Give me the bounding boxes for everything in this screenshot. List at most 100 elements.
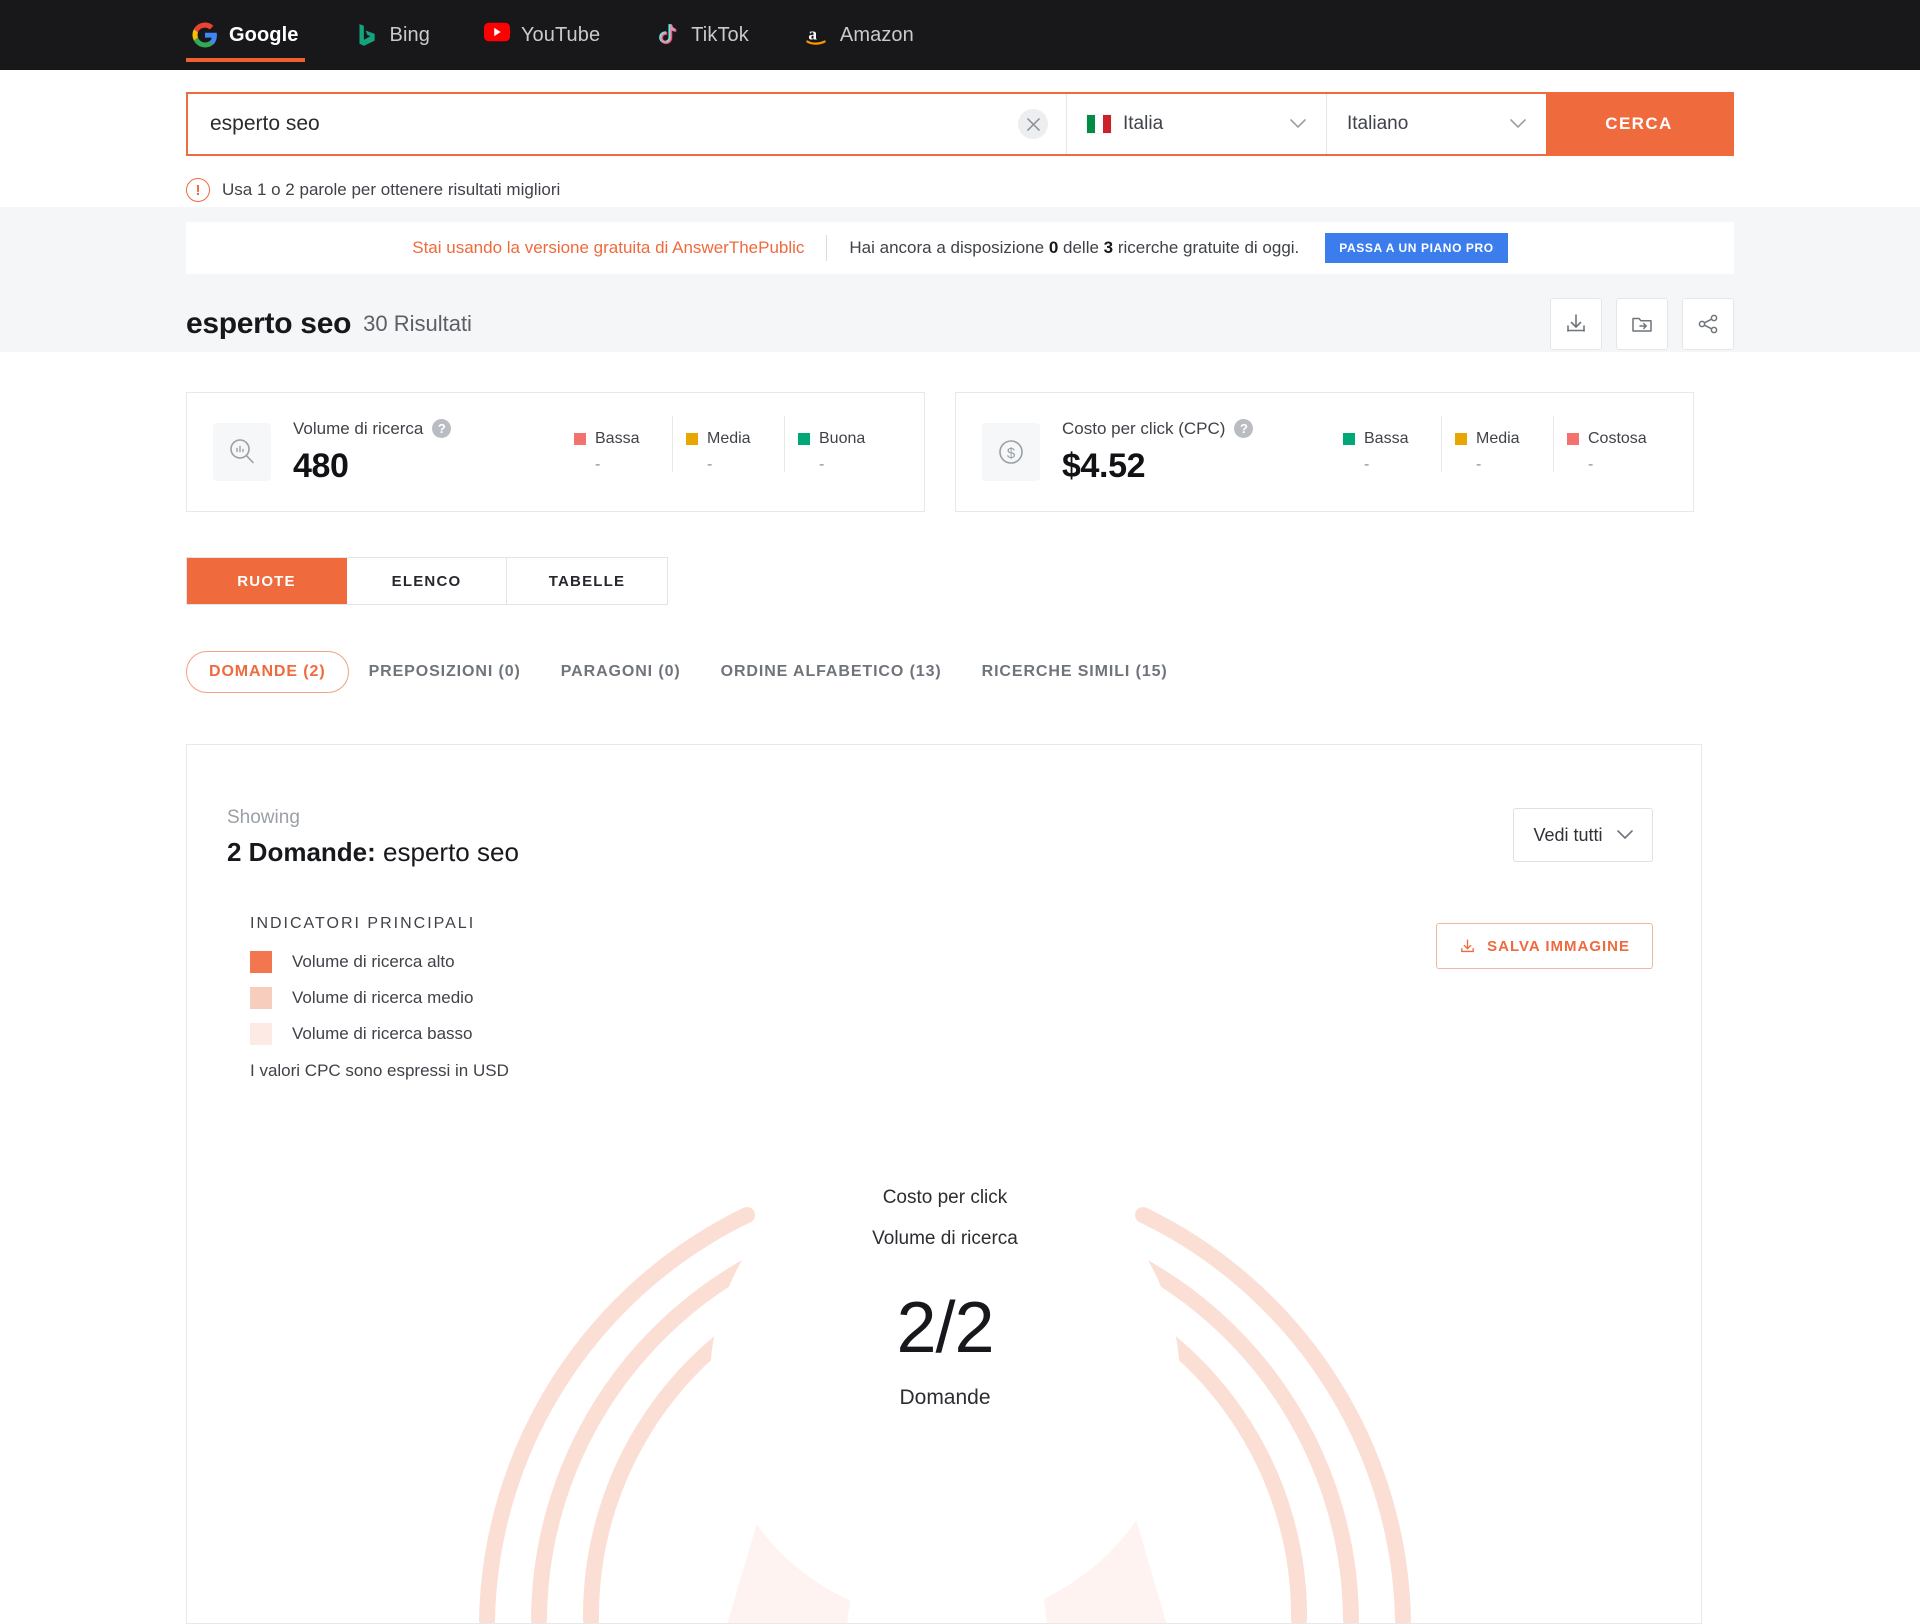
legend-swatch [798,433,810,445]
language-dropdown[interactable]: Italiano [1326,94,1546,154]
engine-tab-label: Google [229,23,299,46]
engine-tab-bing[interactable]: Bing [347,0,436,70]
country-dropdown[interactable]: Italia [1066,94,1326,154]
search-bar: Italia Italiano CERCA [186,92,1734,156]
question-mark-icon[interactable]: ? [432,419,452,438]
move-to-folder-icon [1632,317,1652,332]
indicator-item: Volume di ricerca basso [250,1023,509,1045]
legend-swatch [1567,433,1579,445]
category-paragoni[interactable]: PARAGONI (0) [541,650,701,694]
save-image-button[interactable]: SALVA IMMAGINE [1436,923,1653,969]
legend-item: Bassa - [560,430,672,474]
search-volume-value: 480 [293,446,349,485]
legend-label: Costosa [1588,430,1647,447]
svg-text:a: a [808,24,817,43]
legend-top: Buona [798,430,896,448]
category-ricerche-simili[interactable]: RICERCHE SIMILI (15) [962,650,1188,694]
legend-item: Media - [672,416,784,474]
search-volume-legend: Bassa - Media - Buona - [560,416,896,474]
legend-value: - [707,456,713,473]
engine-tab-label: Bing [389,23,430,46]
question-wheel-chart: Costo per click Volume di ricerca 2/2 Do… [187,1045,1701,1623]
chevron-down-icon [1616,830,1633,840]
showing-keyword: esperto seo [383,837,519,867]
quota-used: 0 [1048,238,1059,257]
engine-tab-tiktok[interactable]: TikTok [648,0,755,70]
cpc-value: $4.52 [1062,446,1146,485]
indicator-label: Volume di ricerca basso [292,1024,473,1043]
engine-tab-amazon[interactable]: a Amazon [797,0,920,70]
legend-swatch [686,433,698,445]
youtube-icon [483,22,510,48]
indicator-swatch-medium [250,987,272,1009]
legend-swatch [1455,433,1467,445]
legend-value: - [595,456,601,473]
results-keyword: esperto seo [186,307,352,340]
cpc-dollar-icon: $ [982,423,1040,481]
search-volume-main: Volume di ricerca ? 480 [293,418,452,486]
engine-tab-google[interactable]: Google [186,0,305,70]
quota-text: Hai ancora a disposizione 0 delle 3 rice… [849,238,1299,258]
top-nav-bar: Google Bing YouTube TikTok a Amazon [0,0,1920,70]
legend-label: Bassa [595,430,640,447]
indicator-swatch-low [250,1023,272,1045]
legend-value: - [1476,456,1482,473]
cpc-card: $ Costo per click (CPC) ? $4.52 Bassa - [955,392,1694,512]
quota-prefix: Hai ancora a disposizione [849,238,1049,257]
tab-tabelle[interactable]: TABELLE [507,558,667,604]
legend-value: - [1588,456,1594,473]
save-image-label: SALVA IMMAGINE [1487,937,1630,955]
category-ordine-alfabetico[interactable]: ORDINE ALFABETICO (13) [701,650,962,694]
view-all-dropdown[interactable]: Vedi tutti [1513,808,1653,862]
legend-swatch [574,433,586,445]
chevron-down-icon [1290,119,1306,129]
search-input[interactable] [210,112,1044,136]
upgrade-to-pro-button[interactable]: PASSA A UN PIANO PRO [1325,233,1508,263]
search-hint: ! Usa 1 o 2 parole per ottenere risultat… [186,178,560,202]
wheel-legend-cpc: Costo per click [882,1187,1008,1208]
wheel-hub: Costo per click Volume di ricerca 2/2 Do… [735,1187,1155,1410]
download-button[interactable] [1550,298,1602,350]
google-icon [192,22,218,48]
search-engine-tabs: Google Bing YouTube TikTok a Amazon [186,0,920,70]
quota-total: 3 [1103,238,1114,257]
wheel-fraction-label: Domande [899,1386,991,1409]
category-preposizioni[interactable]: PREPOSIZIONI (0) [349,650,541,694]
search-submit-button[interactable]: CERCA [1546,94,1732,154]
chevron-down-icon [1510,119,1526,129]
legend-top: Costosa [1567,430,1665,448]
question-mark-icon[interactable]: ? [1234,419,1254,438]
legend-value: - [1364,456,1370,473]
move-to-folder-button[interactable] [1616,298,1668,350]
legend-item: Costosa - [1553,416,1665,474]
share-icon [1698,314,1718,334]
share-button[interactable] [1682,298,1734,350]
indicator-label: Volume di ricerca medio [292,988,474,1007]
search-volume-card: Volume di ricerca ? 480 Bassa - Media - [186,392,925,512]
indicator-item: Volume di ricerca alto [250,951,509,973]
card-title-text: Volume di ricerca [293,418,424,438]
engine-tab-label: Amazon [839,23,914,46]
engine-tab-youtube[interactable]: YouTube [478,0,606,70]
clear-search-button[interactable] [1018,109,1048,139]
warning-icon: ! [186,178,210,202]
showing-count: 2 Domande: [227,837,376,867]
italy-flag-icon [1087,115,1111,133]
results-panel: Showing 2 Domande: esperto seo Vedi tutt… [186,744,1702,1624]
view-all-label: Vedi tutti [1533,824,1603,845]
tab-ruote[interactable]: RUOTE [187,558,347,604]
legend-top: Media [1455,430,1553,448]
search-hint-text: Usa 1 o 2 parole per ottenere risultati … [222,180,561,199]
search-volume-title-row: Volume di ricerca ? [293,418,452,439]
category-domande[interactable]: DOMANDE (2) [186,651,349,693]
bing-icon [353,22,379,48]
free-version-text[interactable]: Stai usando la versione gratuita di Answ… [412,238,804,258]
tab-elenco[interactable]: ELENCO [347,558,507,604]
engine-tab-label: YouTube [520,23,601,46]
search-field [188,94,1066,154]
cpc-title-row: Costo per click (CPC) ? [1062,419,1254,439]
country-value: Italia [1123,113,1164,134]
legend-label: Buona [819,430,866,447]
download-icon [1461,938,1474,952]
language-value: Italiano [1347,113,1409,134]
